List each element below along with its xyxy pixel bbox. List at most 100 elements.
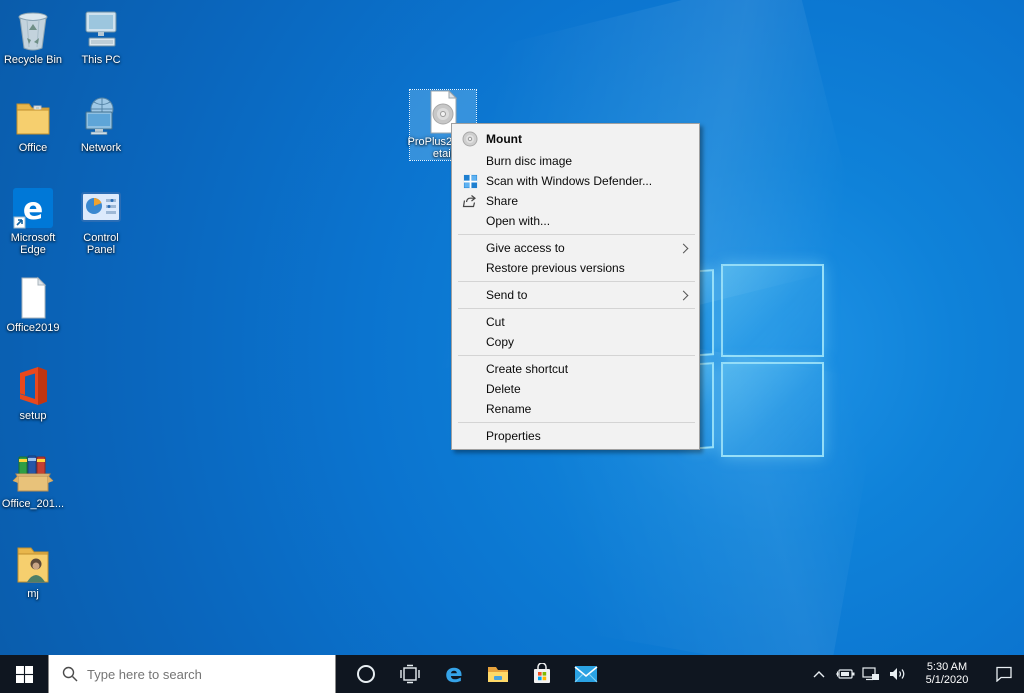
taskbar-search-box[interactable] — [48, 655, 336, 693]
action-center-icon — [995, 666, 1013, 682]
windows-logo-icon — [16, 666, 33, 683]
menu-item-cut[interactable]: Cut — [452, 312, 699, 332]
mail-button[interactable] — [564, 655, 608, 693]
blank-icon-slot — [460, 428, 480, 444]
svg-text:e: e — [23, 192, 43, 227]
this-pc-icon — [79, 8, 123, 52]
ethernet-network-icon — [862, 667, 880, 681]
desktop-icon-office2019[interactable]: Office2019 — [0, 276, 66, 334]
tray-overflow-button[interactable] — [806, 655, 832, 693]
menu-separator — [458, 422, 695, 423]
clock-time: 5:30 AM — [916, 661, 978, 674]
battery-charging-icon — [835, 668, 855, 680]
system-tray: 5:30 AM 5/1/2020 — [806, 655, 1024, 693]
cortana-button[interactable] — [344, 655, 388, 693]
menu-item-delete[interactable]: Delete — [452, 379, 699, 399]
cortana-icon — [356, 664, 376, 684]
menu-item-mount[interactable]: Mount — [452, 127, 699, 151]
menu-item-open-with[interactable]: Open with... — [452, 211, 699, 231]
windows-defender-icon — [460, 173, 480, 189]
menu-item-scan-with-windows-defender[interactable]: Scan with Windows Defender... — [452, 171, 699, 191]
desktop-icon-label: Network — [81, 142, 121, 154]
blank-icon-slot — [460, 401, 480, 417]
menu-item-burn-disc-image[interactable]: Burn disc image — [452, 151, 699, 171]
menu-item-properties[interactable]: Properties — [452, 426, 699, 446]
software-box-icon — [11, 452, 55, 496]
control-panel-icon — [79, 186, 123, 230]
search-input[interactable] — [49, 655, 335, 693]
blank-icon-slot — [460, 213, 480, 229]
desktop-icon-label: This PC — [81, 54, 120, 66]
desktop-icon-control-panel[interactable]: Control Panel — [68, 186, 134, 256]
disc-icon — [460, 131, 480, 147]
network-icon — [79, 96, 123, 140]
desktop-icon-label: setup — [20, 410, 47, 422]
task-view-icon — [400, 664, 420, 684]
user-folder-icon — [11, 542, 55, 586]
menu-item-send-to[interactable]: Send to — [452, 285, 699, 305]
blank-icon-slot — [460, 314, 480, 330]
chevron-right-icon — [679, 290, 689, 300]
menu-item-restore-previous-versions[interactable]: Restore previous versions — [452, 258, 699, 278]
file-explorer-icon — [486, 664, 510, 684]
wallpaper-logo-pane — [721, 362, 824, 457]
taskbar: e — [0, 655, 1024, 693]
menu-item-share[interactable]: Share — [452, 191, 699, 211]
volume-button[interactable] — [884, 655, 910, 693]
blank-icon-slot — [460, 153, 480, 169]
share-icon — [460, 193, 480, 209]
context-menu: Mount Burn disc image Scan with Windows … — [451, 123, 700, 450]
edge-icon: e — [11, 186, 55, 230]
menu-item-give-access-to[interactable]: Give access to — [452, 238, 699, 258]
desktop-icon-mj[interactable]: mj — [0, 542, 66, 600]
blank-icon-slot — [460, 334, 480, 350]
desktop-icon-label: Recycle Bin — [4, 54, 62, 66]
folder-icon — [11, 96, 55, 140]
desktop-icon-setup[interactable]: setup — [0, 364, 66, 422]
blank-icon-slot — [460, 361, 480, 377]
task-view-button[interactable] — [388, 655, 432, 693]
menu-item-rename[interactable]: Rename — [452, 399, 699, 419]
desktop-icon-label: Microsoft Edge — [0, 232, 66, 256]
chevron-right-icon — [679, 243, 689, 253]
desktop-icon-recycle-bin[interactable]: Recycle Bin — [0, 8, 66, 66]
action-center-button[interactable] — [984, 655, 1024, 693]
store-icon — [531, 663, 553, 685]
blank-icon-slot — [460, 260, 480, 276]
edge-icon: e — [445, 661, 463, 687]
menu-separator — [458, 234, 695, 235]
blank-icon-slot — [460, 381, 480, 397]
menu-item-copy[interactable]: Copy — [452, 332, 699, 352]
file-explorer-button[interactable] — [476, 655, 520, 693]
chevron-up-icon — [813, 670, 825, 678]
desktop-icon-label: Control Panel — [68, 232, 134, 256]
battery-status-button[interactable] — [832, 655, 858, 693]
desktop-icon-label: Office2019 — [6, 322, 59, 334]
office-setup-icon — [11, 364, 55, 408]
menu-separator — [458, 355, 695, 356]
speaker-icon — [889, 667, 906, 681]
blank-icon-slot — [460, 240, 480, 256]
document-icon — [11, 276, 55, 320]
microsoft-store-button[interactable] — [520, 655, 564, 693]
start-button[interactable] — [0, 655, 48, 693]
blank-icon-slot — [460, 287, 480, 303]
desktop-icon-microsoft-edge[interactable]: e Microsoft Edge — [0, 186, 66, 256]
edge-taskbar-button[interactable]: e — [432, 655, 476, 693]
search-icon — [62, 666, 78, 682]
taskbar-clock[interactable]: 5:30 AM 5/1/2020 — [916, 661, 978, 687]
desktop-icon-office-folder[interactable]: Office — [0, 96, 66, 154]
desktop-icon-office-201[interactable]: Office_201... — [0, 452, 66, 510]
clock-date: 5/1/2020 — [916, 674, 978, 687]
desktop-icon-network[interactable]: Network — [68, 96, 134, 154]
menu-separator — [458, 281, 695, 282]
menu-item-create-shortcut[interactable]: Create shortcut — [452, 359, 699, 379]
network-status-button[interactable] — [858, 655, 884, 693]
recycle-bin-icon — [11, 8, 55, 52]
mail-icon — [574, 665, 598, 683]
desktop-icon-label: Office — [19, 142, 48, 154]
desktop-icon-label: Office_201... — [2, 498, 64, 510]
desktop-icon-this-pc[interactable]: This PC — [68, 8, 134, 66]
desktop[interactable]: Recycle Bin This PC Office — [0, 0, 1024, 655]
desktop-icon-label: mj — [27, 588, 39, 600]
